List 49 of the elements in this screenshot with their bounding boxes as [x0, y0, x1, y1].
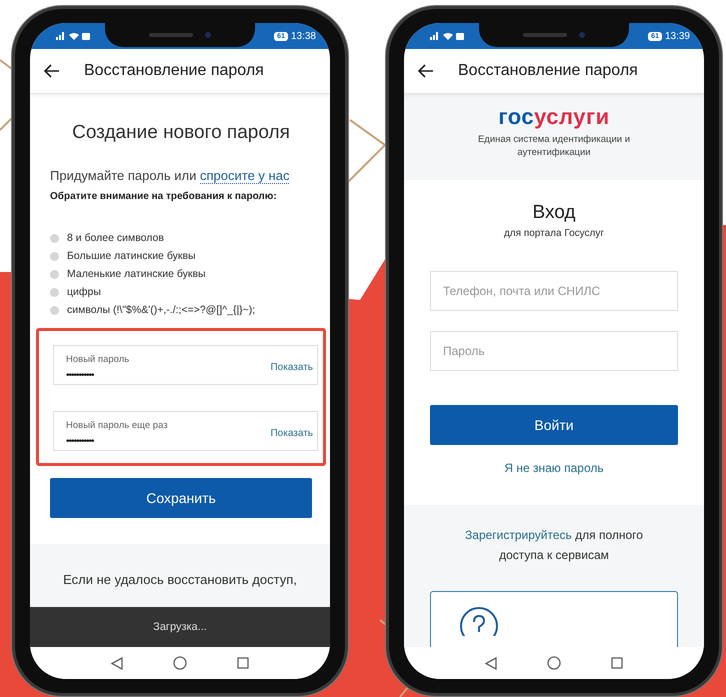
field-label: Новый пароль: [66, 354, 130, 365]
page-heading: Создание нового пароля: [71, 122, 291, 144]
register-link[interactable]: Зарегистрируйтесь: [465, 528, 572, 542]
masked-password: •••••••••••: [66, 370, 95, 382]
back-arrow-icon[interactable]: [418, 64, 434, 78]
input-field[interactable]: Телефон, почта или СНИЛС: [430, 270, 678, 311]
help-icon: [459, 606, 499, 636]
requirement-text: цифры: [67, 286, 101, 298]
login-button[interactable]: Войти: [430, 404, 678, 445]
status-time: 13:38: [290, 30, 316, 42]
message-icon: [456, 32, 464, 40]
password-field[interactable]: Новый пароль еще раз ••••••••••• Показать: [53, 411, 318, 451]
logo-caption: Единая система идентификации и аутентификации: [476, 134, 632, 160]
home-icon[interactable]: [547, 656, 561, 670]
message-icon: [82, 32, 90, 40]
loading-toast: Загрузка...: [30, 607, 330, 647]
input-field[interactable]: Пароль: [430, 330, 678, 371]
back-icon[interactable]: [485, 656, 497, 670]
requirement-text: символы (!\"$%&'()+,-./:;<=>?@[]^_{|}~);: [67, 304, 256, 316]
wifi-icon: [443, 32, 453, 40]
requirement-text: Большие латинские буквы: [67, 250, 196, 262]
masked-password: •••••••••••: [66, 436, 95, 448]
field-label: Новый пароль еще раз: [66, 420, 169, 431]
register-text: Зарегистрируйтесь для полного доступа к сервисам: [464, 526, 644, 564]
show-password-button[interactable]: Показать: [270, 362, 313, 373]
screen-title: Восстановление пароля: [84, 62, 264, 80]
requirement-text: Маленькие латинские буквы: [67, 268, 206, 280]
wifi-icon: [69, 32, 79, 40]
recents-icon[interactable]: [611, 657, 623, 669]
password-field[interactable]: Новый пароль ••••••••••• Показать: [53, 345, 318, 385]
screen-title: Восстановление пароля: [458, 62, 638, 80]
logo: госуслуги: [498, 106, 610, 128]
ask-us-link[interactable]: спросите у нас: [200, 168, 290, 184]
footer-text: Если не удалось восстановить доступ,: [63, 572, 297, 587]
requirement-text: 8 и более символов: [67, 232, 164, 244]
back-arrow-icon[interactable]: [44, 64, 60, 78]
signal-icon: [56, 32, 66, 40]
requirements-title: Обратите внимание на требования к паролю:: [50, 191, 278, 202]
login-subtitle: для портала Госуслуг: [502, 228, 606, 239]
show-password-button[interactable]: Показать: [270, 428, 313, 439]
save-button[interactable]: Сохранить: [50, 478, 312, 518]
back-icon[interactable]: [111, 656, 123, 670]
home-icon[interactable]: [173, 656, 187, 670]
signal-icon: [430, 32, 440, 40]
login-title: Вход: [532, 202, 576, 224]
forgot-password-link[interactable]: Я не знаю пароль: [504, 460, 604, 475]
status-time: 13:39: [664, 30, 690, 42]
recents-icon[interactable]: [237, 657, 249, 669]
intro-text: Придумайте пароль или спросите у нас: [50, 168, 290, 183]
